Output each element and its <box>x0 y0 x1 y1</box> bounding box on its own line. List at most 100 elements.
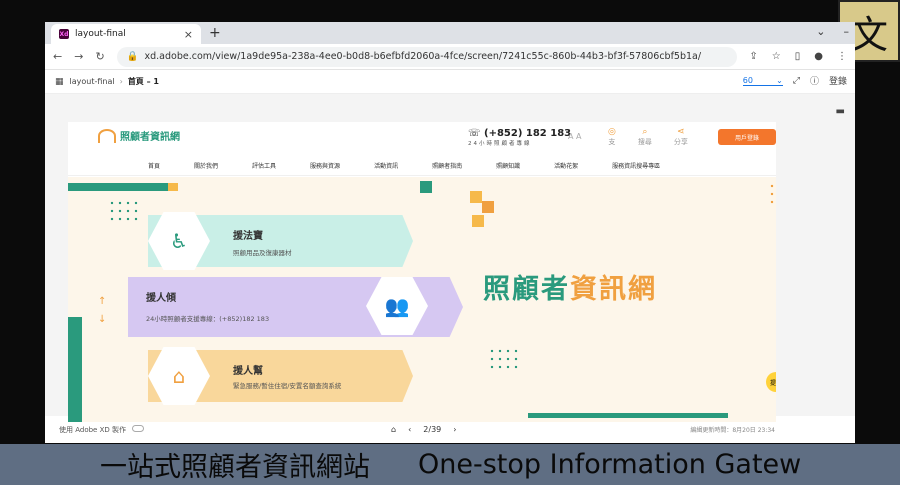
page-indicator: 2/39 <box>423 425 442 434</box>
reload-icon[interactable]: ↻ <box>95 50 104 63</box>
hero-title-part: 照顧者 <box>483 274 570 305</box>
chevron-down-icon[interactable]: ⌄ <box>816 25 825 38</box>
house-logo-icon <box>98 128 116 143</box>
minimize-icon[interactable]: – <box>844 25 850 38</box>
toggle-icon[interactable] <box>132 424 145 432</box>
hotline-number: (+852) 182 183 <box>484 128 572 139</box>
profile-icon[interactable]: ● <box>814 51 823 62</box>
nav-item[interactable]: 首頁 <box>148 161 160 170</box>
hero-title-highlight: 資訊網 <box>570 274 657 305</box>
made-with-xd: 使用 Adobe XD 製作 <box>59 424 145 435</box>
next-icon[interactable]: › <box>453 425 456 434</box>
window-controls: ⌄ – <box>816 25 849 38</box>
browser-window: Xd layout-final × + ⌄ – ← → ↻ 🔒 xd.adobe… <box>45 22 855 443</box>
decor-dots <box>768 182 776 208</box>
address-actions: ⇪ ☆ ▯ ● ⋮ <box>749 51 847 62</box>
back-icon[interactable]: ← <box>53 50 62 63</box>
updated-time: 編緝更新時間：8月20日 23:34 <box>690 427 775 434</box>
card-desc: 緊急服務/暫住住宿/安置名額查詢系統 <box>233 382 342 390</box>
grid-view-icon[interactable]: ▦ <box>55 77 64 87</box>
support-label: 支 <box>608 138 616 146</box>
caption-en: One-stop Information Gatew <box>418 449 802 480</box>
zoom-value: 60 <box>742 75 753 85</box>
font-size-toggle[interactable]: A A <box>568 132 582 141</box>
nav-item[interactable]: 評估工具 <box>252 161 276 170</box>
scroll-arrows-icon[interactable]: ↑ ↓ <box>98 293 106 329</box>
zoom-select[interactable]: 60 ⌄ <box>742 75 783 86</box>
card-desc: 24小時照顧者支援專線：(+852)182 183 <box>146 315 270 323</box>
comment-icon[interactable]: ▬ <box>836 106 845 117</box>
tab-bar: Xd layout-final × + ⌄ – <box>45 22 855 44</box>
hero-banner: ↑ ↓ 援法寶 照顧用品及復康器材 ♿ 援人傾 24小時照顧者支援專線：(+852… <box>68 177 776 422</box>
new-tab-icon[interactable]: + <box>209 25 221 41</box>
breadcrumb-separator-icon: › <box>119 77 123 86</box>
nav-item[interactable]: 服務資訊搜尋專區 <box>612 161 660 170</box>
video-caption: 一站式照顧者資訊網站 One-stop Information Gatew <box>0 444 900 485</box>
nav-item[interactable]: 關於我們 <box>194 161 218 170</box>
pager: ⌂ ‹ 2/39 › <box>391 425 456 434</box>
phone-icon: ☏ <box>468 128 484 139</box>
search-button[interactable]: ⌕ 搜尋 <box>638 127 652 147</box>
xd-toolbar: ▦ layout-final › 首頁 – 1 60 ⌄ ⤢ ⓘ 登錄 <box>45 70 855 94</box>
hotline-caption: 24小時照顧者專線 <box>468 141 532 147</box>
share-icon: ⋖ <box>677 127 685 137</box>
address-bar-row: ← → ↻ 🔒 xd.adobe.com/view/1a9de95a-238a-… <box>45 44 855 70</box>
card-title: 援法寶 <box>233 231 263 242</box>
tab-close-icon[interactable]: × <box>184 28 193 41</box>
decor-bar <box>68 317 82 422</box>
xd-toolbar-right: 60 ⌄ ⤢ ⓘ 登錄 <box>742 74 847 87</box>
site-logo-text: 照顧者資訊網 <box>120 132 180 143</box>
video-frame: 文 Xd layout-final × + ⌄ – ← → ↻ 🔒 xd.ado… <box>0 0 900 485</box>
browser-tab[interactable]: Xd layout-final × <box>51 24 201 44</box>
menu-icon[interactable]: ⋮ <box>837 51 847 62</box>
login-link[interactable]: 登錄 <box>829 74 847 87</box>
nav-item[interactable]: 服務與資源 <box>310 161 340 170</box>
lock-icon: 🔒 <box>126 51 139 62</box>
decor-dots <box>488 347 518 373</box>
card-title: 援人幫 <box>233 366 263 377</box>
search-label: 搜尋 <box>637 138 652 146</box>
prototype-viewer: ▬ 照顧者資訊網 ☏ (+852) 182 183 24小時照顧者專線 A A … <box>45 94 855 422</box>
card-desc: 照顧用品及復康器材 <box>233 249 292 257</box>
chevron-down-icon: ⌄ <box>776 75 783 85</box>
made-with-label: 使用 Adobe XD 製作 <box>59 425 127 434</box>
prev-icon[interactable]: ‹ <box>408 425 411 434</box>
hero-title: 照顧者資訊網 <box>483 267 657 306</box>
caption-zh: 一站式照顧者資訊網站 <box>100 452 370 483</box>
share-icon[interactable]: ⇪ <box>749 51 757 62</box>
home-icon[interactable]: ⌂ <box>391 425 396 434</box>
support-icon: ◎ <box>608 127 616 137</box>
hotline: ☏ (+852) 182 183 24小時照顧者專線 <box>468 128 571 147</box>
url-field[interactable]: 🔒 xd.adobe.com/view/1a9de95a-238a-4ee0-b… <box>116 46 738 67</box>
site-logo[interactable]: 照顧者資訊網 <box>98 128 180 143</box>
nav-item[interactable]: 活動資訊 <box>374 161 398 170</box>
main-nav: 首頁 關於我們 評估工具 服務與資源 活動資訊 照顧者指南 照顧知識 活動花絮 … <box>68 156 776 176</box>
share-label: 分享 <box>673 138 688 146</box>
decor-square <box>420 181 432 193</box>
nav-item[interactable]: 照顧者指南 <box>432 161 462 170</box>
xd-favicon-icon: Xd <box>59 29 69 39</box>
decor-square <box>482 201 494 213</box>
fullscreen-icon[interactable]: ⤢ <box>793 76 800 86</box>
info-icon[interactable]: ⓘ <box>810 74 819 87</box>
card-title: 援人傾 <box>146 293 176 304</box>
header-icons: ◎ 支 ⌕ 搜尋 ⋖ 分享 <box>608 127 688 147</box>
tab-title: layout-final <box>75 29 126 39</box>
site-header: 照顧者資訊網 ☏ (+852) 182 183 24小時照顧者專線 A A ◎ 支… <box>68 122 776 156</box>
search-icon: ⌕ <box>642 127 648 137</box>
decor-square <box>470 191 482 203</box>
sidepanel-icon[interactable]: ▯ <box>795 51 801 62</box>
nav-item[interactable]: 照顧知識 <box>496 161 520 170</box>
breadcrumb-project[interactable]: layout-final <box>70 77 115 86</box>
decor-square <box>472 215 484 227</box>
url-text: xd.adobe.com/view/1a9de95a-238a-4ee0-b0d… <box>144 51 702 62</box>
share-button[interactable]: ⋖ 分享 <box>674 127 688 147</box>
forward-icon[interactable]: → <box>74 50 83 63</box>
support-button[interactable]: ◎ 支 <box>608 127 616 147</box>
nav-item[interactable]: 活動花絮 <box>554 161 578 170</box>
star-icon[interactable]: ☆ <box>772 51 781 62</box>
artboard: 照顧者資訊網 ☏ (+852) 182 183 24小時照顧者專線 A A ◎ 支… <box>68 122 776 422</box>
tip-bulb-icon[interactable]: 提示 <box>766 372 776 392</box>
decor-stripe <box>168 183 178 191</box>
user-login-button[interactable]: 用戶登錄 <box>718 129 776 145</box>
